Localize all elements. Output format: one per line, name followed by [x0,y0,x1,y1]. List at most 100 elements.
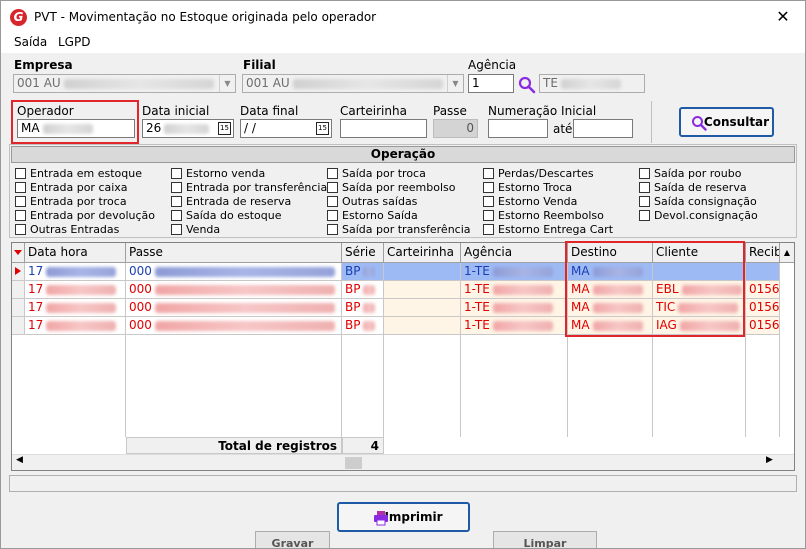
checkbox-box[interactable] [327,224,338,235]
checkbox-operacao[interactable]: Entrada por devolução [15,209,155,222]
checkbox-operacao[interactable]: Estorno Saída [327,209,418,222]
cell-passe[interactable]: 000 [126,317,342,335]
checkbox-operacao[interactable]: Saída por roubo [639,167,741,180]
checkbox-box[interactable] [639,182,650,193]
checkbox-box[interactable] [639,210,650,221]
carteirinha-input[interactable] [340,119,427,138]
checkbox-box[interactable] [171,210,182,221]
checkbox-box[interactable] [15,224,26,235]
checkbox-operacao[interactable]: Entrada por transferência [171,181,327,194]
checkbox-operacao[interactable]: Saída por reembolso [327,181,456,194]
checkbox-operacao[interactable]: Estorno Venda [483,195,577,208]
cell-agencia[interactable]: 1-TE [461,299,568,317]
checkbox-operacao[interactable]: Saída de reserva [639,181,747,194]
empresa-select[interactable]: 001 AU ▼ [13,74,236,93]
checkbox-box[interactable] [15,168,26,179]
checkbox-operacao[interactable]: Venda [171,223,220,236]
row-indicator[interactable] [12,317,25,335]
cell-recibo[interactable] [746,263,780,281]
data-final-input[interactable]: / / 15 [240,119,332,138]
checkbox-operacao[interactable]: Saída por troca [327,167,426,180]
checkbox-operacao[interactable]: Saída consignação [639,195,757,208]
cell-passe[interactable]: 000 [126,299,342,317]
row-indicator[interactable] [12,299,25,317]
cell-carteirinha[interactable] [384,263,461,281]
checkbox-box[interactable] [483,168,494,179]
horizontal-scrollbar[interactable]: ◀ ▶ [12,454,794,470]
header-recibo[interactable]: Recibo [746,243,780,263]
checkbox-operacao[interactable]: Perdas/Descartes [483,167,594,180]
header-serie[interactable]: Série [342,243,384,263]
checkbox-operacao[interactable]: Entrada por caixa [15,181,128,194]
close-button[interactable]: ✕ [771,7,795,29]
numeracao-final-input[interactable] [573,119,633,138]
checkbox-operacao[interactable]: Outras Entradas [15,223,119,236]
checkbox-box[interactable] [171,168,182,179]
cell-data-hora[interactable]: 17 [25,281,126,299]
cell-agencia[interactable]: 1-TE [461,281,568,299]
filial-select[interactable]: 001 AU ▼ [242,74,464,93]
cell-recibo[interactable]: 01562 [746,299,780,317]
cell-data-hora[interactable]: 17 [25,299,126,317]
agencia-input[interactable]: 1 [468,74,514,93]
checkbox-box[interactable] [15,182,26,193]
gravar-button[interactable]: Gravar [255,531,330,548]
checkbox-box[interactable] [483,182,494,193]
cell-data-hora[interactable]: 17 [25,317,126,335]
row-indicator[interactable] [12,281,25,299]
checkbox-box[interactable] [327,168,338,179]
calendar-icon[interactable]: 15 [316,122,329,135]
checkbox-operacao[interactable]: Entrada por troca [15,195,127,208]
imprimir-button[interactable]: Imprimir [337,502,470,532]
cell-serie[interactable]: BP [342,317,384,335]
cell-carteirinha[interactable] [384,299,461,317]
cell-carteirinha[interactable] [384,317,461,335]
scroll-right-icon[interactable]: ▶ [766,455,773,465]
row-indicator[interactable] [12,263,25,281]
checkbox-operacao[interactable]: Saída do estoque [171,209,281,222]
checkbox-operacao[interactable]: Estorno Troca [483,181,572,194]
checkbox-operacao[interactable]: Devol.consignação [639,209,758,222]
checkbox-operacao[interactable]: Outras saídas [327,195,417,208]
header-data-hora[interactable]: Data hora [25,243,126,263]
checkbox-box[interactable] [171,224,182,235]
cell-recibo[interactable]: 01562 [746,317,780,335]
checkbox-operacao[interactable]: Entrada de reserva [171,195,291,208]
checkbox-box[interactable] [483,210,494,221]
calendar-icon[interactable]: 15 [218,122,231,135]
cell-recibo[interactable]: 01562 [746,281,780,299]
cell-serie[interactable]: BP [342,299,384,317]
checkbox-box[interactable] [327,210,338,221]
checkbox-box[interactable] [171,182,182,193]
checkbox-box[interactable] [327,196,338,207]
data-inicial-input[interactable]: 26 15 [142,119,234,138]
checkbox-box[interactable] [327,182,338,193]
cell-agencia[interactable]: 1-TE [461,317,568,335]
limpar-button[interactable]: Limpar [493,531,597,548]
checkbox-box[interactable] [483,196,494,207]
cell-data-hora[interactable]: 17 [25,263,126,281]
checkbox-box[interactable] [639,196,650,207]
cell-passe[interactable]: 000 [126,263,342,281]
cell-serie[interactable]: BP [342,263,384,281]
checkbox-box[interactable] [483,224,494,235]
checkbox-operacao[interactable]: Saída por transferência [327,223,471,236]
menu-lgpd[interactable]: LGPD [58,35,90,49]
header-agencia[interactable]: Agência [461,243,568,263]
consultar-button[interactable]: Consultar [679,107,774,137]
cell-passe[interactable]: 000 [126,281,342,299]
checkbox-operacao[interactable]: Estorno Entrega Cart [483,223,613,236]
scroll-up-icon[interactable]: ▲ [780,243,794,263]
checkbox-box[interactable] [639,168,650,179]
checkbox-box[interactable] [15,196,26,207]
header-carteirinha[interactable]: Carteirinha [384,243,461,263]
checkbox-box[interactable] [15,210,26,221]
scroll-thumb[interactable] [345,457,362,469]
header-passe[interactable]: Passe [126,243,342,263]
menu-saida[interactable]: Saída [14,35,47,49]
cell-agencia[interactable]: 1-TE [461,263,568,281]
checkbox-operacao[interactable]: Entrada em estoque [15,167,142,180]
scroll-left-icon[interactable]: ◀ [16,455,23,465]
checkbox-operacao[interactable]: Estorno venda [171,167,265,180]
checkbox-operacao[interactable]: Estorno Reembolso [483,209,604,222]
